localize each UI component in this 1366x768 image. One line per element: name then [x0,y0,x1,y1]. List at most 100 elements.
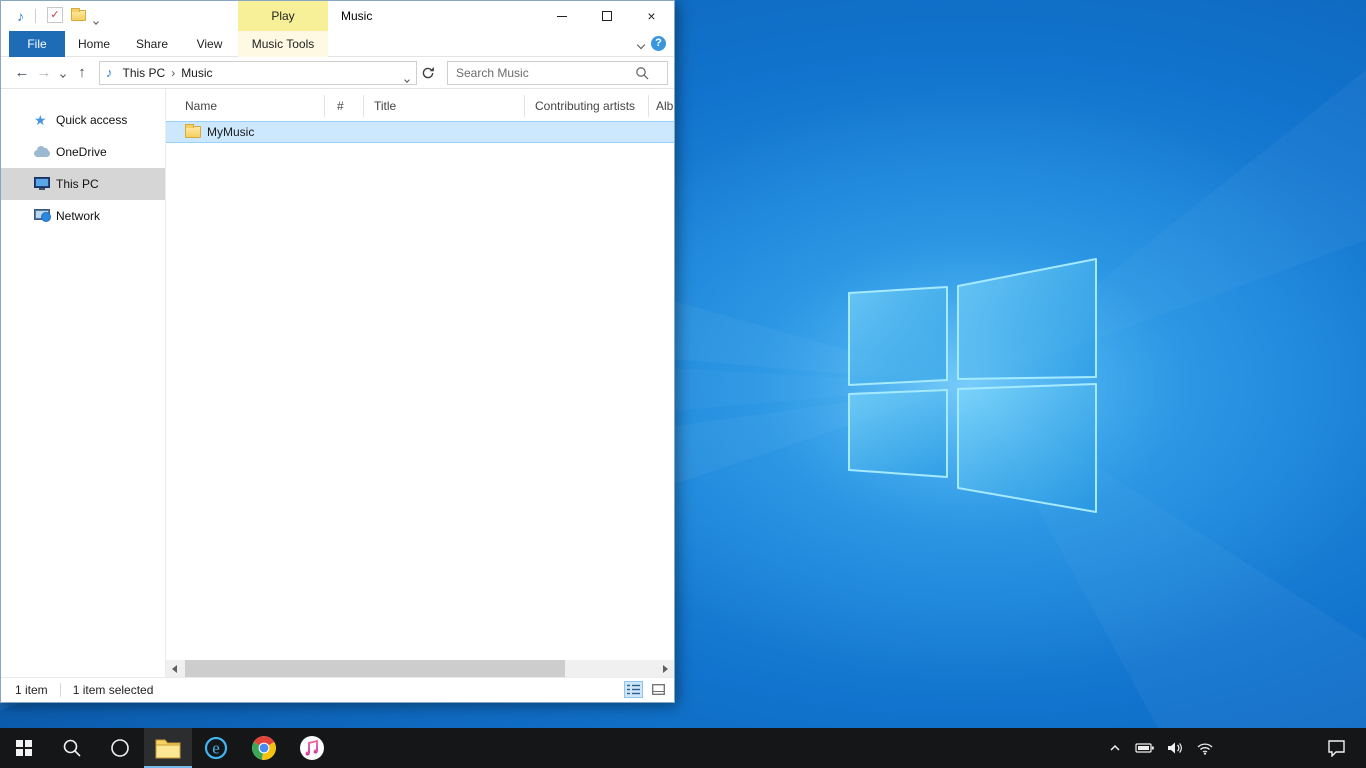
file-list-pane[interactable]: Name # Title Contributing artists Alb [166,89,674,677]
file-explorer-icon [155,737,181,759]
breadcrumb-separator-icon: › [169,66,177,80]
titlebar[interactable]: ♪ ✓ Play Music × [1,1,674,31]
minimize-button[interactable] [539,1,584,31]
tab-home[interactable]: Home [65,31,123,57]
status-separator [60,683,61,697]
scroll-right-icon[interactable] [657,660,674,677]
tab-file[interactable]: File [9,31,65,57]
taskbar-internet-explorer-button[interactable]: e [192,728,240,768]
column-header-contributing-artists[interactable]: Contributing artists [525,95,649,117]
file-row-mymusic[interactable]: MyMusic [166,121,674,143]
taskbar-itunes-button[interactable] [288,728,336,768]
properties-icon[interactable]: ✓ [47,7,63,23]
tab-view[interactable]: View [181,31,238,57]
sidebar-item-onedrive[interactable]: OneDrive [1,136,165,168]
scrollbar-thumb[interactable] [185,660,565,677]
triangle-left-icon [172,665,177,673]
battery-icon[interactable] [1134,728,1156,768]
column-label: Title [374,99,396,113]
start-button[interactable] [0,728,48,768]
hidden-icons-chevron-icon[interactable] [1104,728,1126,768]
sidebar-item-label: This PC [56,177,99,191]
folder-glyph-icon [71,10,86,21]
taskbar: e [0,728,1366,768]
action-center-button[interactable] [1314,728,1358,768]
up-button[interactable]: ↑ [71,64,93,81]
taskbar-search-button[interactable] [48,728,96,768]
refresh-icon[interactable] [417,61,439,85]
scroll-left-icon[interactable] [166,660,183,677]
triangle-right-icon [663,665,668,673]
search-box[interactable] [447,61,668,85]
ribbon-tab-bar: File Home Share View Music Tools ? [1,31,674,57]
svg-text:e: e [212,739,220,758]
column-headers: Name # Title Contributing artists Alb [166,89,674,117]
windows-logo-icon [16,740,32,756]
network-icon [34,209,50,220]
details-view-button[interactable] [624,681,643,698]
view-toggles [624,681,668,698]
tab-share[interactable]: Share [123,31,181,57]
taskbar-file-explorer-button[interactable] [144,728,192,768]
volume-icon[interactable] [1164,728,1186,768]
chevron-down-icon [60,72,66,78]
chevron-down-icon [93,19,99,25]
search-icon[interactable] [635,66,649,83]
file-name: MyMusic [207,122,254,143]
chrome-icon [251,735,277,761]
item-count: 1 item [15,683,48,697]
chevron-down-icon [637,41,645,49]
star-icon: ★ [34,112,50,128]
system-tray [1104,728,1216,768]
tab-music-tools[interactable]: Music Tools [238,31,328,57]
close-button[interactable]: × [629,1,674,31]
expand-ribbon-icon[interactable] [638,37,644,51]
address-dropdown-icon[interactable] [405,71,409,85]
address-music-icon: ♪ [106,65,113,80]
sidebar-item-network[interactable]: Network [1,200,165,232]
breadcrumb-music[interactable]: Music [177,66,216,80]
contextual-tab-play[interactable]: Play [238,1,328,31]
desktop: ♪ ✓ Play Music × File Home Share View Mu… [0,0,1366,768]
column-label: Contributing artists [535,99,635,113]
help-icon[interactable]: ? [651,36,666,51]
file-list[interactable]: MyMusic [166,117,674,660]
back-button[interactable]: ← [11,64,33,81]
column-header-name[interactable]: Name [166,95,325,117]
app-music-icon: ♪ [17,1,24,31]
breadcrumb-this-pc[interactable]: This PC [119,66,170,80]
maximize-button[interactable] [584,1,629,31]
column-header-title[interactable]: Title [364,95,525,117]
quick-access-toolbar-separator [35,9,36,23]
recent-locations-dropdown-icon[interactable] [55,66,71,80]
search-icon [62,738,82,758]
minimize-icon [557,16,567,17]
navigation-bar: ← → ↑ ♪ This PC › Music [1,57,674,89]
explorer-body: ★ Quick access OneDrive This PC Network [1,89,674,677]
wifi-icon[interactable] [1194,728,1216,768]
column-header-number[interactable]: # [325,95,364,117]
internet-explorer-icon: e [203,735,229,761]
column-label: Name [185,99,217,113]
sidebar-item-label: Network [56,209,100,223]
customize-quick-access-toolbar-icon[interactable] [94,13,98,27]
sidebar-item-label: OneDrive [56,145,107,159]
chevron-down-icon [404,77,410,83]
forward-button[interactable]: → [33,64,55,81]
cortana-circle-icon [110,738,130,758]
horizontal-scrollbar[interactable] [166,660,674,677]
address-bar[interactable]: ♪ This PC › Music [99,61,417,85]
cortana-button[interactable] [96,728,144,768]
window-title: Music [341,1,372,31]
monitor-icon [34,177,50,188]
column-header-album[interactable]: Alb [649,95,674,117]
file-explorer-window: ♪ ✓ Play Music × File Home Share View Mu… [0,0,675,703]
taskbar-chrome-button[interactable] [240,728,288,768]
sidebar: ★ Quick access OneDrive This PC Network [1,89,166,677]
new-folder-icon[interactable] [71,10,86,21]
cloud-icon [34,150,50,157]
large-icons-view-button[interactable] [649,681,668,698]
sidebar-item-this-pc[interactable]: This PC [1,168,165,200]
column-label: # [337,99,344,113]
sidebar-item-quick-access[interactable]: ★ Quick access [1,104,165,136]
